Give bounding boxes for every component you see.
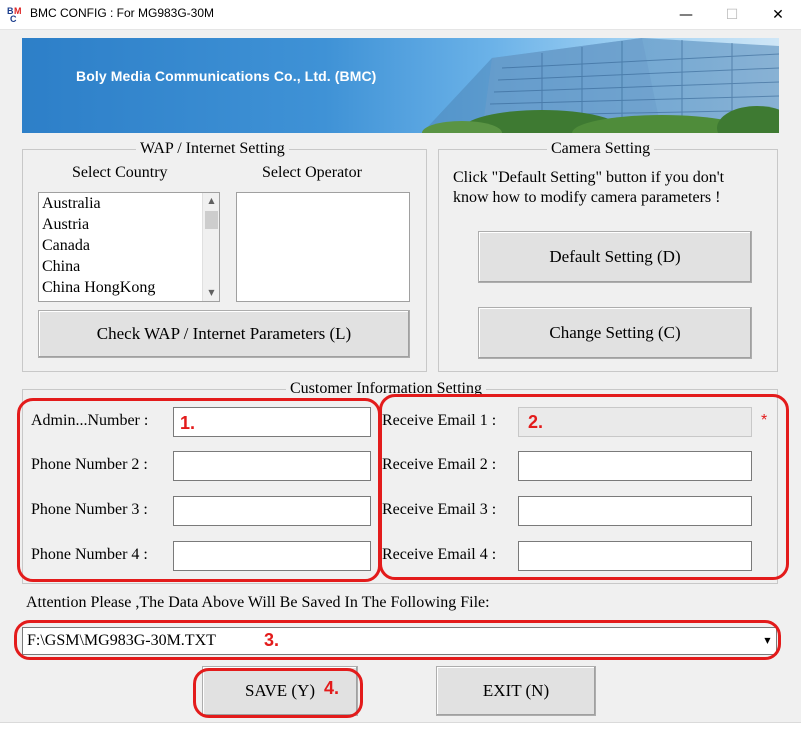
country-item[interactable]: China <box>39 256 219 277</box>
camera-group-title: Camera Setting <box>547 140 655 158</box>
country-item[interactable]: Canada <box>39 235 219 256</box>
change-setting-button[interactable]: Change Setting (C) <box>478 307 752 359</box>
country-item[interactable]: Australia <box>39 193 219 214</box>
window-title: BMC CONFIG : For MG983G-30M <box>30 6 215 20</box>
operator-listbox[interactable] <box>236 192 410 302</box>
minimize-button[interactable]: — <box>663 0 709 30</box>
annotation-number-2: 2. <box>528 412 544 432</box>
country-item[interactable]: Austria <box>39 214 219 235</box>
title-bar: B M C BMC CONFIG : For MG983G-30M — ☐ ✕ <box>0 0 801 30</box>
scroll-up-arrow-icon[interactable]: ▲ <box>203 193 219 209</box>
select-country-label: Select Country <box>72 164 168 181</box>
company-banner: Boly Media Communications Co., Ltd. (BMC… <box>22 38 779 133</box>
annotation-box-emails <box>379 394 789 580</box>
scroll-down-arrow-icon[interactable]: ▼ <box>203 285 219 301</box>
background-strip <box>0 722 801 733</box>
app-icon: B M C <box>6 5 24 23</box>
annotation-box-file <box>14 620 781 660</box>
maximize-button[interactable]: ☐ <box>709 0 755 30</box>
exit-button[interactable]: EXIT (N) <box>436 666 596 716</box>
close-button[interactable]: ✕ <box>755 0 801 30</box>
scroll-thumb[interactable] <box>205 211 218 229</box>
country-scrollbar[interactable]: ▲ ▼ <box>202 193 219 301</box>
annotation-number-3: 3. <box>264 630 280 650</box>
select-operator-label: Select Operator <box>262 164 362 181</box>
annotation-box-phones <box>17 398 381 582</box>
company-name: Boly Media Communications Co., Ltd. (BMC… <box>76 68 377 84</box>
default-setting-button[interactable]: Default Setting (D) <box>478 231 752 283</box>
attention-text: Attention Please ,The Data Above Will Be… <box>26 594 490 611</box>
camera-hint-line2: know how to modify camera parameters ! <box>453 189 721 206</box>
annotation-number-1: 1. <box>180 413 196 433</box>
annotation-number-4: 4. <box>324 678 340 698</box>
camera-hint-line1: Click "Default Setting" button if you do… <box>453 169 725 186</box>
check-wap-button[interactable]: Check WAP / Internet Parameters (L) <box>38 310 410 358</box>
country-item[interactable]: China HongKong <box>39 277 219 298</box>
country-listbox[interactable]: Australia Austria Canada China China Hon… <box>38 192 220 302</box>
building-image <box>422 38 779 133</box>
svg-text:C: C <box>10 14 17 23</box>
wap-group-title: WAP / Internet Setting <box>136 140 289 158</box>
